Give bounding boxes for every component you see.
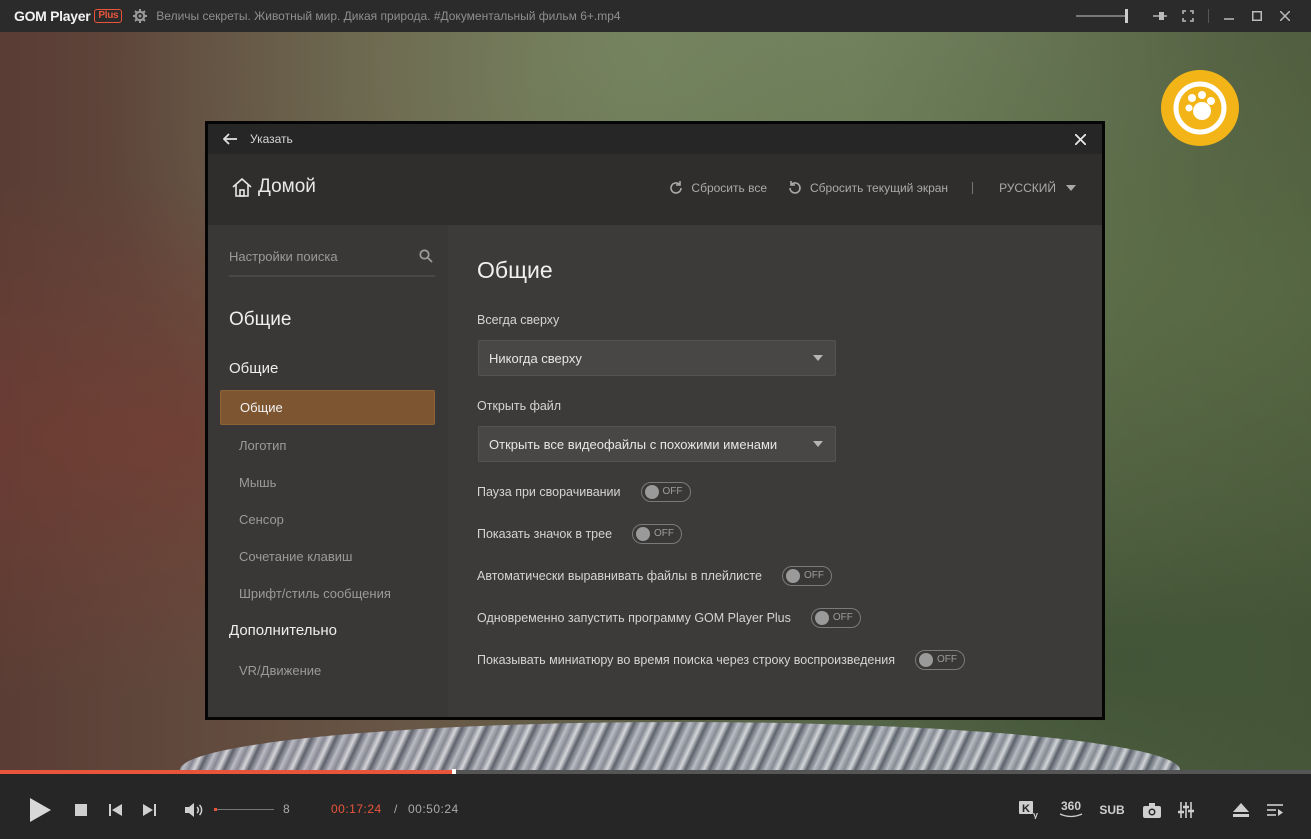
pin-icon[interactable] — [1146, 2, 1174, 30]
reset-icon — [670, 181, 683, 194]
chevron-down-icon — [813, 441, 823, 447]
always-on-top-value: Никогда сверху — [489, 350, 582, 366]
app-name: GOM Player — [14, 8, 91, 24]
chevron-down-icon — [1066, 185, 1076, 191]
dialog-toolbar: Домой Сбросить все Сбросить текущий экра… — [208, 154, 1102, 225]
window-close-icon[interactable] — [1271, 2, 1299, 30]
toggle-label: Показать значок в трее — [477, 527, 613, 541]
keyboard-icon[interactable]: Ky — [1018, 800, 1044, 820]
sidebar-item-mouse[interactable]: Мышь — [220, 465, 435, 500]
sidebar-section-title: Общие — [229, 309, 292, 330]
sidebar-item-general[interactable]: Общие — [220, 390, 435, 425]
eject-icon[interactable] — [1230, 800, 1252, 820]
camera-icon[interactable] — [1141, 800, 1163, 820]
sidebar-item-sensor[interactable]: Сенсор — [220, 502, 435, 537]
language-select[interactable]: РУССКИЙ — [999, 181, 1076, 195]
open-file-label: Открыть файл — [477, 399, 562, 413]
next-icon[interactable] — [140, 801, 158, 819]
settings-main-panel: Общие Всегда сверху Никогда сверху Откры… — [448, 225, 1102, 717]
subtitle-button[interactable]: SUB — [1096, 800, 1128, 820]
previous-icon[interactable] — [106, 801, 124, 819]
chevron-down-icon — [813, 355, 823, 361]
svg-text:y: y — [1033, 810, 1038, 819]
always-on-top-label: Всегда сверху — [477, 313, 560, 327]
always-on-top-select[interactable]: Никогда сверху — [478, 340, 836, 376]
dialog-header: Указать — [208, 124, 1102, 154]
volume-value: 8 — [283, 802, 290, 816]
search-placeholder: Настройки поиска — [229, 248, 338, 264]
toggle-label: Показывать миниатюру во время поиска чер… — [477, 653, 895, 667]
open-file-select[interactable]: Открыть все видеофайлы с похожими именам… — [478, 426, 836, 462]
app-plus-badge: Plus — [94, 9, 123, 23]
search-icon[interactable] — [419, 249, 433, 263]
toggle-row-auto-sort: Автоматически выравнивать файлы в плейли… — [477, 566, 832, 586]
tray-icon-toggle[interactable]: OFF — [632, 524, 683, 544]
reset-current-button[interactable]: Сбросить текущий экран — [787, 180, 948, 196]
back-arrow-icon[interactable] — [220, 129, 240, 149]
vr-360-button[interactable]: 360 — [1057, 796, 1085, 820]
dialog-close-icon[interactable] — [1070, 129, 1090, 149]
sidebar-item-vr-motion[interactable]: VR/Движение — [220, 653, 435, 688]
sidebar-item-hotkeys[interactable]: Сочетание клавиш — [220, 539, 435, 574]
sidebar-group-advanced[interactable]: Дополнительно — [229, 622, 337, 639]
toggle-label: Одновременно запустить программу GOM Pla… — [477, 611, 791, 625]
toggle-row-seek-thumbnail: Показывать миниатюру во время поиска чер… — [477, 650, 965, 670]
current-time: 00:17:24 — [331, 802, 382, 816]
reset-all-button[interactable]: Сбросить все — [668, 180, 767, 196]
reset-icon — [789, 181, 801, 194]
equalizer-icon[interactable] — [1175, 800, 1197, 820]
home-button[interactable]: Домой — [232, 176, 316, 198]
window-controls — [1076, 0, 1299, 32]
dialog-title: Указать — [250, 132, 293, 146]
vr-360-label: 360 — [1060, 798, 1082, 813]
pause-on-minimize-toggle[interactable]: OFF — [640, 482, 691, 502]
fullscreen-icon[interactable] — [1174, 2, 1202, 30]
player-controls: 8 00:17:24 / 00:50:24 Ky 360 SUB — [0, 774, 1311, 839]
stop-icon[interactable] — [72, 801, 90, 819]
reset-current-label: Сбросить текущий экран — [810, 181, 949, 195]
home-label: Домой — [258, 176, 316, 197]
opacity-slider[interactable] — [1076, 9, 1128, 23]
svg-text:K: K — [1022, 803, 1030, 815]
minimize-icon[interactable] — [1215, 2, 1243, 30]
sidebar-item-font-style[interactable]: Шрифт/стиль сообщения — [220, 576, 435, 611]
time-separator: / — [394, 802, 398, 816]
language-value: РУССКИЙ — [999, 181, 1056, 195]
volume-icon[interactable] — [183, 800, 205, 820]
sidebar-group-general[interactable]: Общие — [229, 360, 278, 377]
volume-slider-fill — [214, 808, 217, 811]
toggle-row-tray-icon: Показать значок в трее OFF — [477, 524, 683, 544]
play-icon[interactable] — [26, 796, 54, 824]
auto-sort-playlist-toggle[interactable]: OFF — [781, 566, 832, 586]
gom-player-window: GOM Player Plus Величы секреты. Животный… — [0, 0, 1311, 839]
actions-divider — [972, 182, 974, 194]
page-title: Общие — [477, 257, 553, 283]
settings-dialog: Указать Домой Сбросить все Сбросить теку… — [205, 121, 1105, 720]
toggle-row-pause-minimize: Пауза при сворачивании OFF — [477, 482, 691, 502]
playlist-icon[interactable] — [1264, 800, 1286, 820]
dialog-actions: Сбросить все Сбросить текущий экран РУСС… — [668, 180, 1076, 196]
title-bar: GOM Player Plus Величы секреты. Животный… — [0, 0, 1311, 32]
toggle-label: Пауза при сворачивании — [477, 485, 621, 499]
reset-all-label: Сбросить все — [691, 181, 767, 195]
volume-slider[interactable] — [214, 808, 274, 811]
settings-search-field[interactable]: Настройки поиска — [229, 237, 435, 277]
seek-thumbnail-toggle[interactable]: OFF — [914, 650, 965, 670]
settings-sidebar: Настройки поиска Общие Общие Общие Логот… — [208, 225, 448, 717]
rotate-360-icon — [1059, 812, 1083, 817]
titlebar-divider — [1208, 9, 1209, 23]
open-file-value: Открыть все видеофайлы с похожими именам… — [489, 436, 778, 452]
total-time: 00:50:24 — [408, 802, 459, 816]
subtitle-label: SUB — [1099, 803, 1125, 817]
run-at-startup-toggle[interactable]: OFF — [810, 608, 861, 628]
app-logo[interactable]: GOM Player Plus — [14, 8, 123, 24]
sidebar-item-logo[interactable]: Логотип — [220, 428, 435, 463]
toggle-label: Автоматически выравнивать файлы в плейли… — [477, 569, 762, 583]
home-icon — [232, 177, 252, 197]
settings-gear-icon[interactable] — [132, 8, 148, 24]
file-title: Величы секреты. Животный мир. Дикая прир… — [156, 9, 621, 23]
channel-logo-icon — [1161, 70, 1239, 146]
toggle-row-startup: Одновременно запустить программу GOM Pla… — [477, 608, 861, 628]
maximize-icon[interactable] — [1243, 2, 1271, 30]
